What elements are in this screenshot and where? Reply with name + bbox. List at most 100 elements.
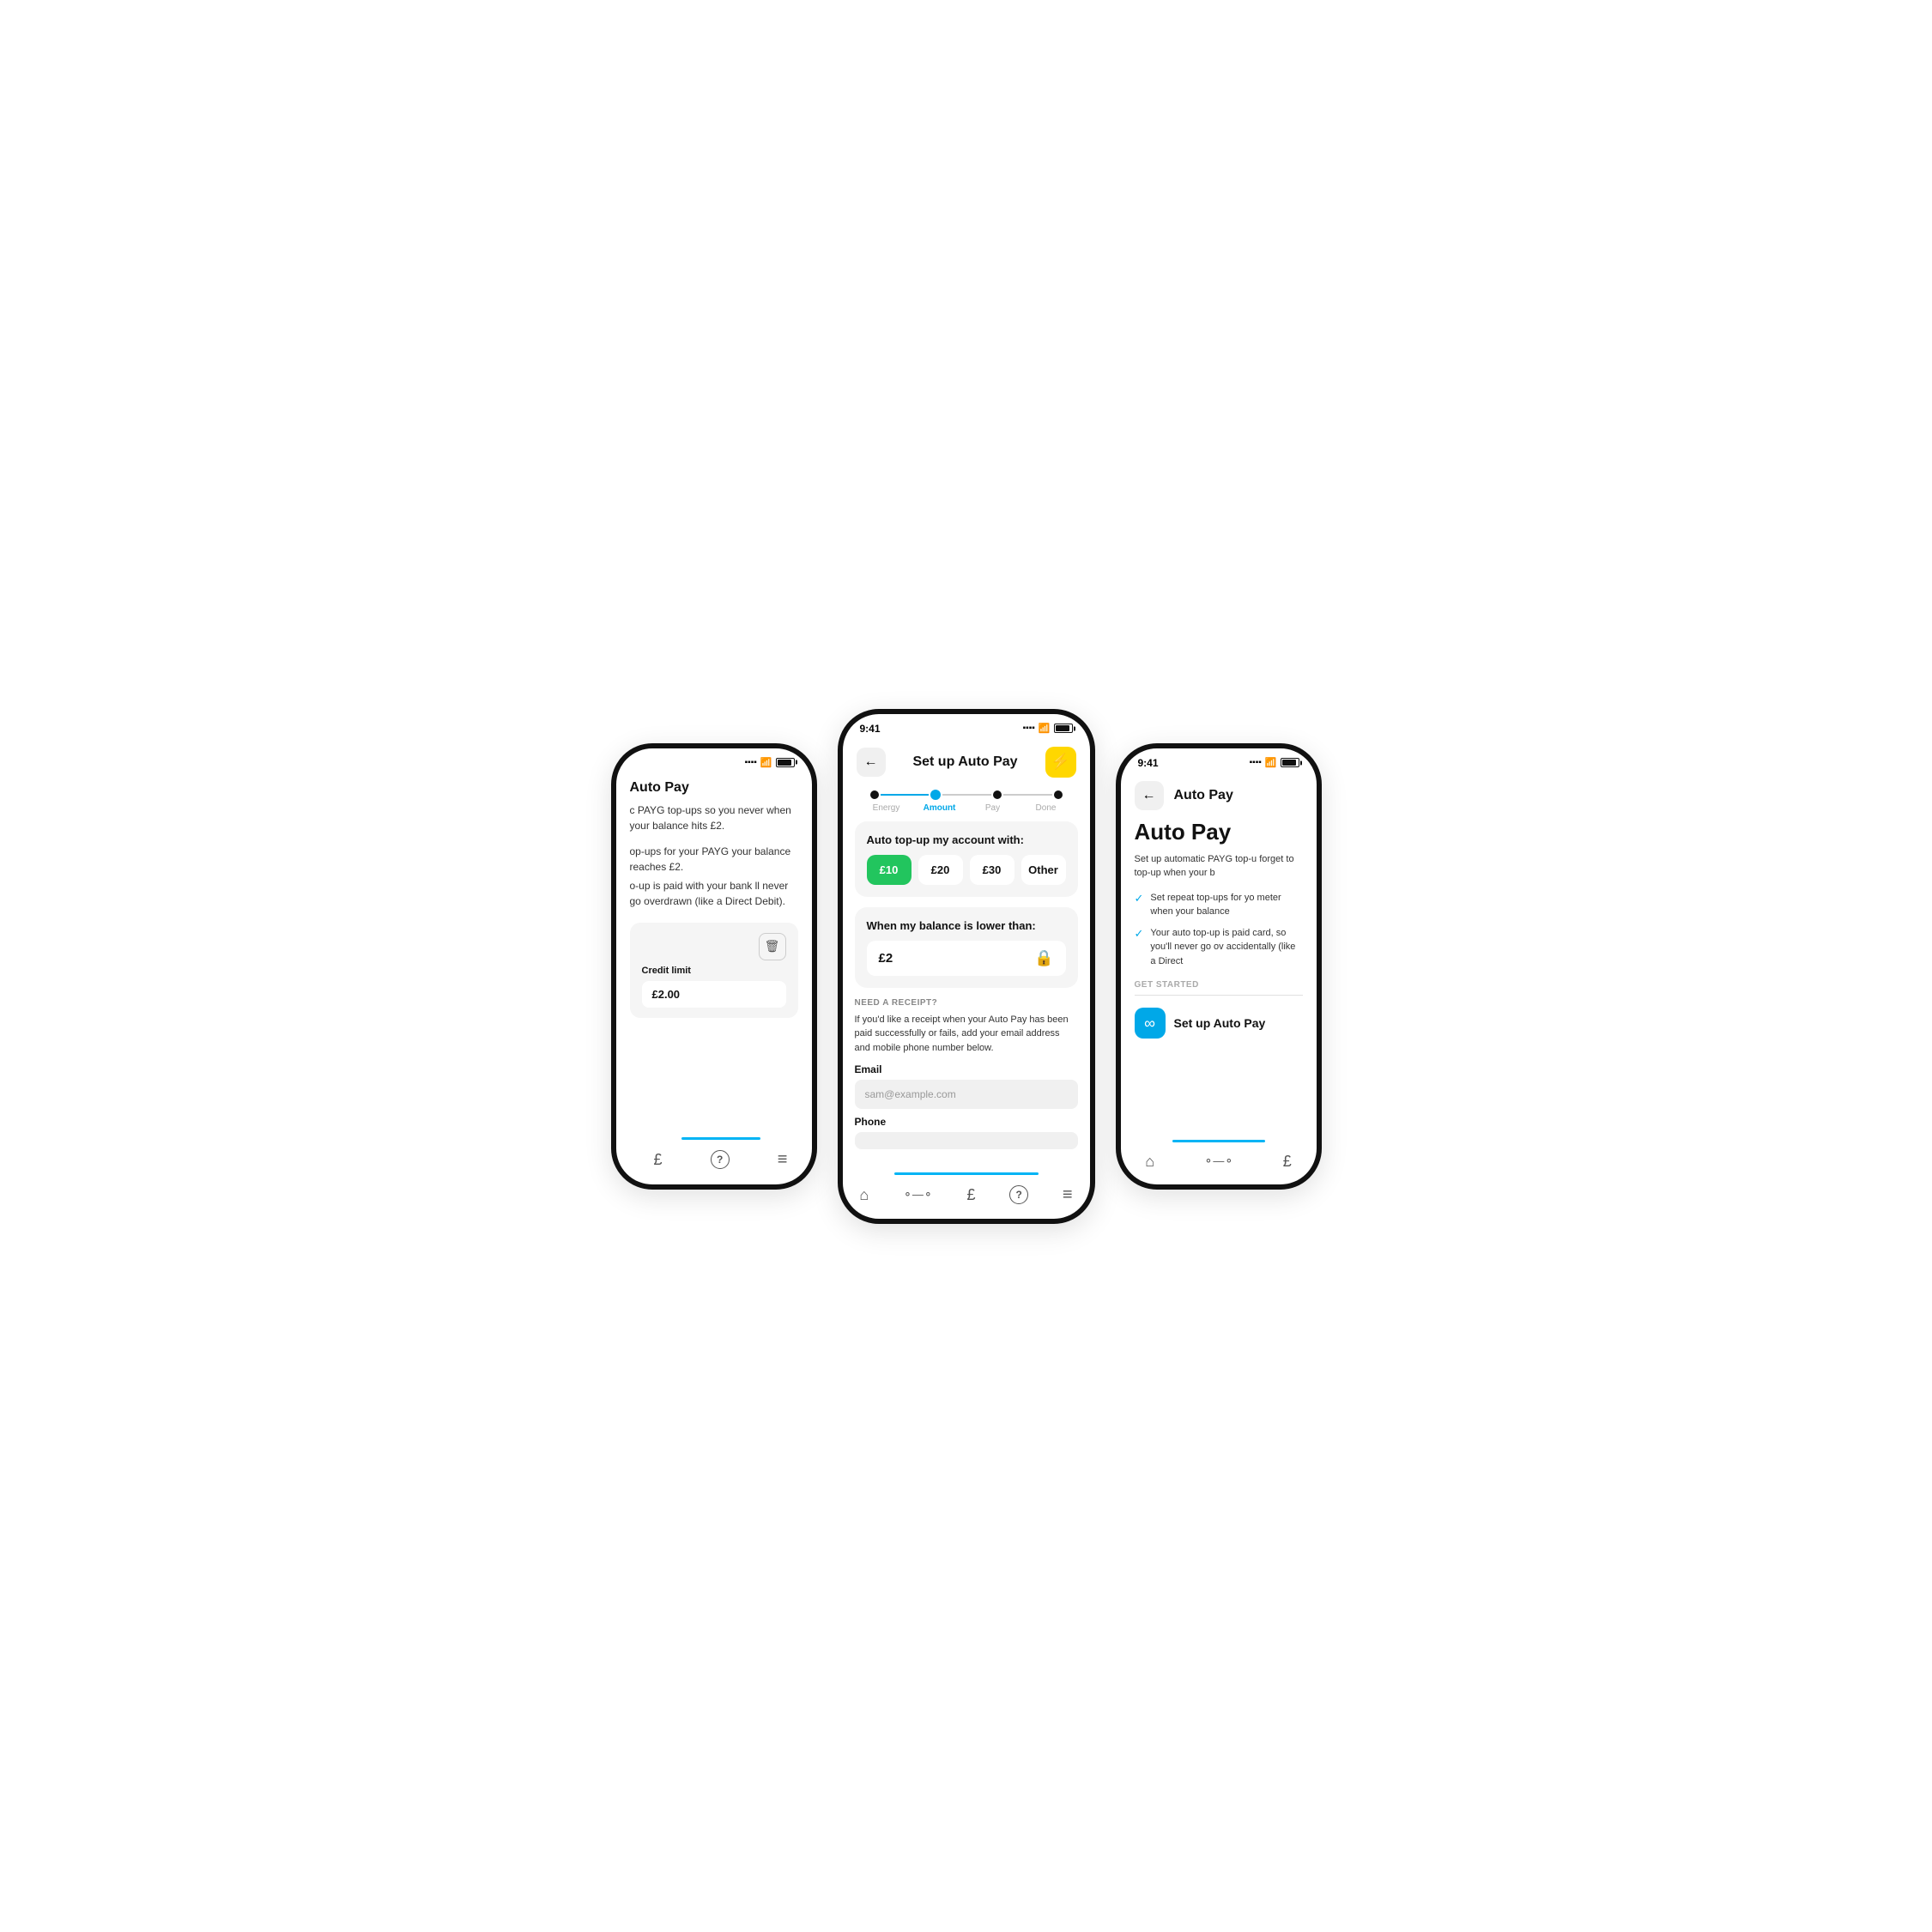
phone-label: Phone	[855, 1116, 1078, 1128]
step-label-done: Done	[1025, 803, 1068, 813]
receipt-section: NEED A RECEIPT? If you'd like a receipt …	[843, 998, 1090, 1164]
battery-icon	[776, 758, 795, 767]
divider-line	[1135, 995, 1303, 996]
balance-section-title: When my balance is lower than:	[867, 919, 1066, 932]
center-back-button[interactable]: ←	[857, 748, 886, 777]
wifi-icon: 📶	[760, 757, 772, 768]
right-status-icons: ▪▪▪▪ 📶	[1250, 757, 1299, 768]
center-scroll-area: Auto top-up my account with: £10 £20 £30…	[843, 821, 1090, 1172]
nav-pound-icon[interactable]: £	[654, 1151, 663, 1169]
signal-icon: ▪▪▪▪	[745, 758, 757, 767]
right-nav: ⌂ ⚬—⚬ £	[1121, 1148, 1317, 1179]
center-header: ← Set up Auto Pay ⚡	[843, 740, 1090, 786]
left-desc2: op-ups for your PAYG your balance reache…	[630, 844, 798, 875]
right-wifi-icon: 📶	[1265, 757, 1277, 768]
left-phone: ▪▪▪▪ 📶 Auto Pay c PAYG top-ups so you ne…	[611, 743, 817, 1190]
amount-btn-20[interactable]: £20	[918, 855, 963, 885]
checkmark-icon-1: ✓	[1135, 927, 1144, 941]
balance-value: £2	[879, 951, 893, 966]
lock-icon: 🔒	[1034, 949, 1053, 967]
checkmark-list: ✓ Set repeat top-ups for yo meter when y…	[1135, 891, 1303, 969]
credit-limit-value: £2.00	[642, 981, 786, 1008]
center-status-bar: 9:41 ▪▪▪▪ 📶	[843, 714, 1090, 740]
left-bottom-bar	[681, 1137, 760, 1140]
nav-help-icon[interactable]: ?	[711, 1150, 730, 1169]
left-desc1: c PAYG top-ups so you never when your ba…	[630, 802, 798, 833]
center-nav-menu-icon[interactable]: ≡	[1063, 1185, 1073, 1205]
center-battery-icon	[1054, 724, 1073, 733]
center-bottom-bar	[894, 1172, 1039, 1175]
center-title: Set up Auto Pay	[912, 754, 1017, 770]
autopay-desc: Set up automatic PAYG top-u forget to to…	[1135, 852, 1303, 881]
balance-card-section: When my balance is lower than: £2 🔒	[855, 907, 1078, 988]
get-started-label: GET STARTED	[1135, 980, 1303, 990]
email-placeholder: sam@example.com	[865, 1088, 956, 1100]
checkmark-text-0: Set repeat top-ups for yo meter when you…	[1150, 891, 1302, 919]
step-dot-3	[1054, 790, 1063, 799]
left-title: Auto Pay	[630, 780, 689, 795]
phone-input[interactable]	[855, 1132, 1078, 1149]
step-label-pay: Pay	[972, 803, 1014, 813]
center-phone: 9:41 ▪▪▪▪ 📶 ← Set up Auto Pay ⚡	[838, 709, 1095, 1224]
step-label-energy: Energy	[865, 803, 908, 813]
right-phone: 9:41 ▪▪▪▪ 📶 ← Auto Pay Auto Pay Set up a…	[1116, 743, 1322, 1190]
amount-btn-10[interactable]: £10	[867, 855, 911, 885]
credit-limit-label: Credit limit	[642, 966, 786, 976]
center-status-icons: ▪▪▪▪ 📶	[1023, 723, 1073, 734]
center-back-icon: ←	[864, 754, 878, 770]
right-back-button[interactable]: ←	[1135, 781, 1164, 810]
step-line-1	[942, 794, 991, 796]
center-nav-route-icon[interactable]: ⚬—⚬	[903, 1188, 933, 1202]
left-desc3: o-up is paid with your bank ll never go …	[630, 878, 798, 909]
setup-autopay-label: Set up Auto Pay	[1174, 1016, 1266, 1030]
step-dot-2	[993, 790, 1002, 799]
right-nav-route-icon[interactable]: ⚬—⚬	[1204, 1154, 1234, 1168]
left-header: Auto Pay	[630, 773, 812, 802]
center-signal-icon: ▪▪▪▪	[1023, 724, 1035, 733]
lightning-button[interactable]: ⚡	[1045, 747, 1076, 778]
right-header: ← Auto Pay	[1121, 774, 1317, 819]
center-phone-content: ← Set up Auto Pay ⚡	[843, 740, 1090, 1214]
right-nav-pound-icon[interactable]: £	[1283, 1153, 1292, 1171]
amount-options: £10 £20 £30 Other	[867, 855, 1066, 885]
lightning-icon: ⚡	[1051, 753, 1069, 771]
center-time: 9:41	[860, 723, 881, 735]
right-battery-icon	[1281, 758, 1299, 767]
amount-card-section: Auto top-up my account with: £10 £20 £30…	[855, 821, 1078, 897]
check-item-1: ✓ Your auto top-up is paid card, so you'…	[1135, 926, 1303, 969]
right-bottom-bar	[1172, 1140, 1265, 1142]
left-status-bar: ▪▪▪▪ 📶	[616, 748, 812, 773]
right-header-title: Auto Pay	[1174, 788, 1233, 803]
step-line-2	[1003, 794, 1052, 796]
center-wifi-icon: 📶	[1039, 723, 1051, 734]
amount-btn-30[interactable]: £30	[970, 855, 1014, 885]
right-status-bar: 9:41 ▪▪▪▪ 📶	[1121, 748, 1317, 774]
checkmark-icon-0: ✓	[1135, 892, 1144, 905]
delete-icon[interactable]: 🗑	[759, 933, 786, 960]
amount-section-title: Auto top-up my account with:	[867, 833, 1066, 846]
center-nav-help-icon[interactable]: ?	[1009, 1185, 1028, 1204]
scene: ▪▪▪▪ 📶 Auto Pay c PAYG top-ups so you ne…	[494, 709, 1438, 1224]
email-label: Email	[855, 1063, 1078, 1075]
email-input[interactable]: sam@example.com	[855, 1080, 1078, 1109]
setup-autopay-button[interactable]: ∞ Set up Auto Pay	[1135, 1004, 1303, 1042]
right-back-icon: ←	[1142, 788, 1156, 803]
right-nav-home-icon[interactable]: ⌂	[1145, 1153, 1154, 1171]
nav-menu-icon[interactable]: ≡	[778, 1150, 788, 1170]
receipt-desc: If you'd like a receipt when your Auto P…	[855, 1013, 1078, 1056]
right-body: Auto Pay Set up automatic PAYG top-u for…	[1121, 819, 1317, 1140]
right-signal-icon: ▪▪▪▪	[1250, 758, 1262, 767]
left-body: c PAYG top-ups so you never when your ba…	[630, 802, 812, 1137]
center-nav-home-icon[interactable]: ⌂	[859, 1186, 869, 1204]
checkmark-text-1: Your auto top-up is paid card, so you'll…	[1150, 926, 1302, 969]
amount-btn-other[interactable]: Other	[1021, 855, 1066, 885]
balance-input-row: £2 🔒	[867, 941, 1066, 976]
check-item-0: ✓ Set repeat top-ups for yo meter when y…	[1135, 891, 1303, 919]
center-nav-pound-icon[interactable]: £	[966, 1186, 975, 1204]
steps-labels: Energy Amount Pay Done	[857, 803, 1076, 821]
receipt-label: NEED A RECEIPT?	[855, 998, 1078, 1008]
left-phone-content: Auto Pay c PAYG top-ups so you never whe…	[616, 773, 812, 1178]
infinity-icon: ∞	[1135, 1008, 1166, 1039]
right-time: 9:41	[1138, 757, 1159, 769]
center-nav: ⌂ ⚬—⚬ £ ? ≡	[843, 1180, 1090, 1214]
